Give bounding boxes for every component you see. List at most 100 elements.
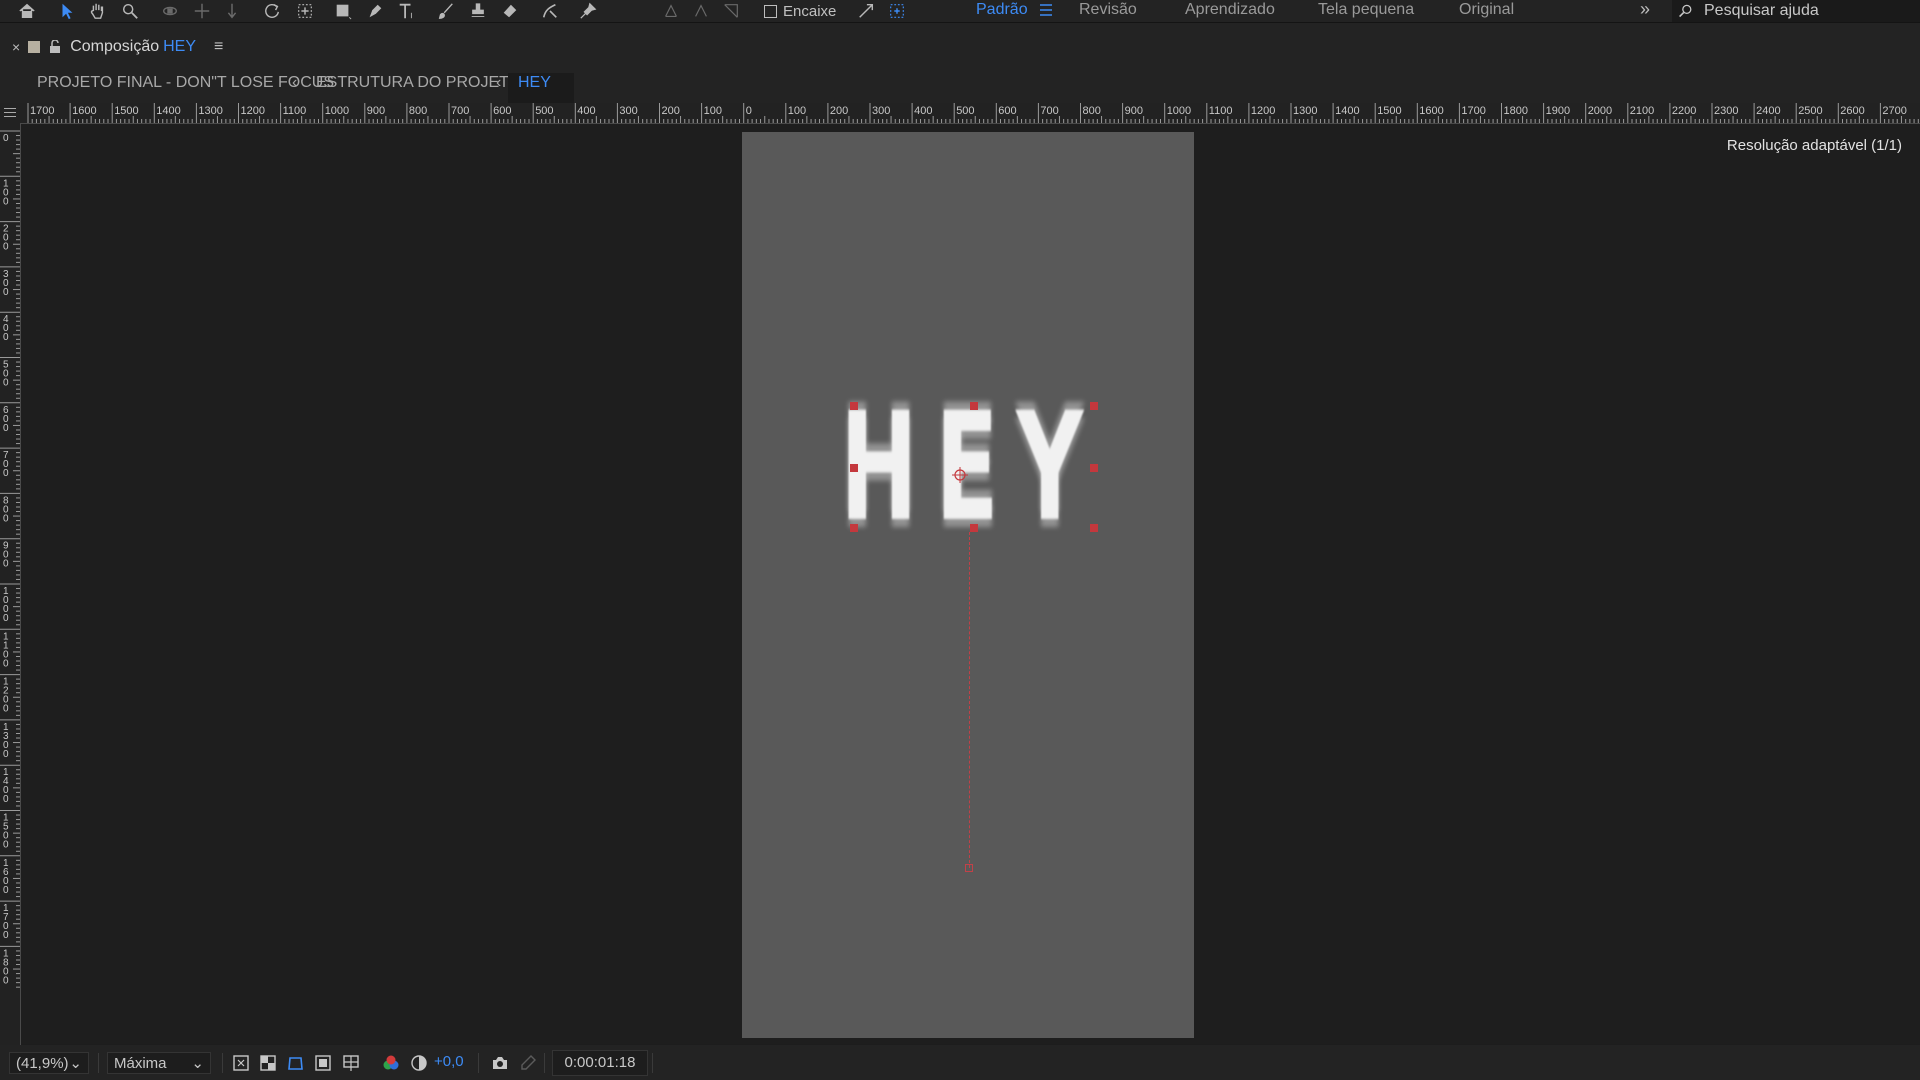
panel-title[interactable]: Composição [70, 38, 159, 56]
transform-handle-bottom-right[interactable] [1090, 524, 1098, 532]
composition-name[interactable]: HEY [163, 38, 196, 56]
breadcrumb-current-hey[interactable]: HEY [508, 73, 574, 103]
ruler-label: 800 [1083, 105, 1101, 117]
snapping-label: Encaixe [783, 2, 837, 20]
ruler-label: 500 [535, 105, 553, 117]
ruler-label: 1200 [1251, 105, 1275, 117]
ruler-label: 1300 [1293, 105, 1317, 117]
ruler-label: 1700 [1461, 105, 1485, 117]
dolly-camera-icon[interactable] [219, 0, 245, 22]
snapping-checkbox[interactable] [764, 4, 777, 18]
resolution-indicator: Resolução adaptável (1/1) [1726, 137, 1902, 154]
ruler-label: 2200 [1672, 105, 1696, 117]
ruler-label: 200 [830, 105, 848, 117]
grid-guides-icon[interactable] [342, 1054, 360, 1072]
transform-handle-top-right[interactable] [1090, 402, 1098, 410]
ruler-label: 100 [704, 105, 722, 117]
breadcrumb-projeto-final[interactable]: PROJETO FINAL - DON"T LOSE FOCUS [37, 73, 334, 103]
transform-handle-top-left[interactable] [850, 402, 858, 410]
region-of-interest-icon[interactable] [314, 1054, 332, 1072]
selection-tool-icon[interactable] [54, 0, 80, 22]
anchor-point-icon[interactable] [952, 467, 968, 483]
lock-icon[interactable] [48, 39, 62, 54]
workspace-tela-pequena[interactable]: Tela pequena [1318, 0, 1414, 22]
breadcrumb-estrutura[interactable]: ESTRUTURA DO PROJETO [316, 73, 521, 103]
view-axis-icon[interactable] [718, 0, 744, 22]
ruler-label: 2600 [1840, 105, 1864, 117]
ruler-label: 1000 [325, 105, 349, 117]
hand-tool-icon[interactable] [84, 0, 110, 22]
ruler-label: 0 [3, 423, 9, 434]
ruler-label: 200 [662, 105, 680, 117]
label-color-swatch[interactable] [28, 41, 41, 53]
help-search-input[interactable]: Pesquisar ajuda [1672, 0, 1920, 22]
transform-handle-bottom-left[interactable] [850, 524, 858, 532]
horizontal-ruler[interactable]: 1700 1600 1500 1400 1300 1200 1100 1000 900 800 70… [20, 103, 1920, 124]
snapping-toggle[interactable]: Encaixe [764, 0, 836, 22]
puppet-pin-icon[interactable] [575, 0, 601, 22]
eraser-tool-icon[interactable] [497, 0, 523, 22]
type-tool-icon[interactable] [393, 0, 419, 22]
snap-options-icon[interactable] [853, 0, 879, 22]
current-time-display[interactable]: 0:00:01:18 [552, 1050, 648, 1076]
ruler-label: 0 [3, 133, 9, 144]
ruler-label: 0 [3, 196, 9, 207]
transform-handle-top-center[interactable] [970, 402, 978, 410]
ruler-label: 1700 [30, 105, 54, 117]
zoom-tool-icon[interactable] [117, 0, 143, 22]
clone-stamp-icon[interactable] [465, 0, 491, 22]
ruler-label: 600 [998, 105, 1016, 117]
pen-tool-icon[interactable] [362, 0, 388, 22]
ruler-label: 700 [1040, 105, 1058, 117]
workspace-revisao[interactable]: Revisão [1079, 0, 1137, 22]
home-icon[interactable] [14, 0, 40, 22]
resolution-dropdown[interactable]: Máxima ⌄ [107, 1052, 211, 1074]
more-workspaces-icon[interactable]: » [1640, 0, 1650, 22]
pan-behind-tool-icon[interactable] [292, 0, 318, 22]
ruler-label: 0 [3, 749, 9, 760]
workspace-original[interactable]: Original [1459, 0, 1514, 22]
pan-camera-icon[interactable] [189, 0, 215, 22]
panel-menu-icon[interactable]: ≡ [214, 38, 223, 56]
orbit-camera-icon[interactable] [157, 0, 183, 22]
ruler-label: 0 [3, 287, 9, 298]
exposure-value[interactable]: +0,0 [434, 1053, 464, 1070]
ruler-label: 1500 [1377, 105, 1401, 117]
fast-previews-icon[interactable] [232, 1054, 250, 1072]
text-layer-hey[interactable]: HEY [840, 388, 1100, 548]
color-channels-icon[interactable] [382, 1054, 400, 1072]
ruler-label: 1100 [1209, 105, 1233, 117]
transform-handle-bottom-center[interactable] [970, 524, 978, 532]
workspace-aprendizado[interactable]: Aprendizado [1185, 0, 1275, 22]
ruler-label: 800 [409, 105, 427, 117]
show-snapshot-icon[interactable] [519, 1054, 537, 1072]
world-axis-icon[interactable] [688, 0, 714, 22]
mask-visibility-icon[interactable] [287, 1054, 305, 1072]
rotation-tool-icon[interactable] [259, 0, 285, 22]
transparency-grid-icon[interactable] [259, 1054, 277, 1072]
ruler-label: 500 [956, 105, 974, 117]
snap-grid-icon[interactable] [884, 0, 910, 22]
ruler-label: 1800 [1504, 105, 1528, 117]
brush-tool-icon[interactable] [433, 0, 459, 22]
close-panel-icon[interactable]: × [12, 39, 20, 55]
motion-path-keyframe[interactable] [965, 864, 973, 872]
workspace-menu-icon[interactable] [1040, 3, 1052, 17]
motion-path[interactable] [969, 532, 971, 868]
ruler-label: 0 [3, 885, 9, 896]
rectangle-tool-icon[interactable] [330, 0, 356, 22]
roto-brush-icon[interactable] [537, 0, 563, 22]
camera-snapshot-icon[interactable] [491, 1054, 509, 1072]
workspace-padrao[interactable]: Padrão [976, 0, 1028, 22]
transform-handle-middle-right[interactable] [1090, 464, 1098, 472]
transform-handle-middle-left[interactable] [850, 464, 858, 472]
reset-exposure-icon[interactable] [410, 1054, 428, 1072]
local-axis-icon[interactable] [658, 0, 684, 22]
ruler-origin[interactable] [0, 103, 20, 123]
ruler-label: 1400 [156, 105, 180, 117]
magnification-dropdown[interactable]: (41,9%) ⌄ [9, 1052, 89, 1074]
ruler-label: 600 [493, 105, 511, 117]
composition-canvas[interactable] [742, 132, 1194, 1038]
vertical-ruler[interactable]: 0100200300400500600700800900100011001200… [0, 123, 21, 1045]
ruler-label: 400 [577, 105, 595, 117]
